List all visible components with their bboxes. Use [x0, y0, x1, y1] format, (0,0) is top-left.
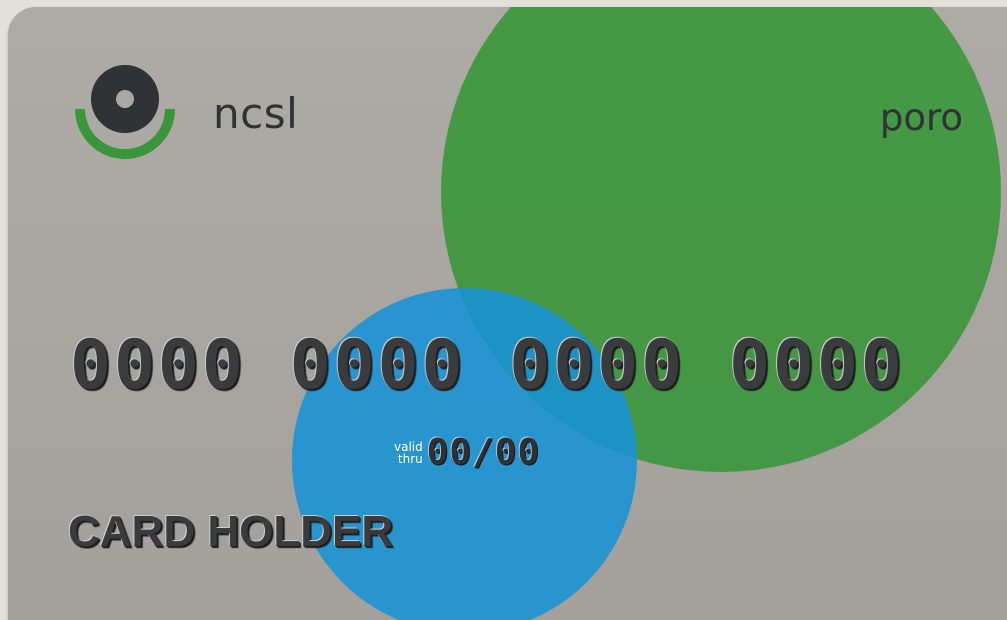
credit-card: ncsl poro 0000 0000 0000 0000 valid thru… — [8, 7, 1007, 620]
valid-thru-label: valid thru — [394, 441, 423, 465]
logo-center-hole — [116, 90, 134, 108]
ncsl-logo-icon — [75, 65, 175, 159]
card-holder-name: CARD HOLDER — [68, 507, 394, 556]
brand-name: ncsl — [213, 89, 299, 138]
page: ncsl poro 0000 0000 0000 0000 valid thru… — [0, 0, 1007, 620]
valid-thru-group: valid thru 00/00 — [394, 435, 540, 471]
product-name: poro — [879, 96, 963, 139]
card-number: 0000 0000 0000 0000 — [70, 326, 905, 405]
valid-label-line2: thru — [397, 452, 423, 466]
expiry-date: 00/00 — [426, 432, 541, 473]
